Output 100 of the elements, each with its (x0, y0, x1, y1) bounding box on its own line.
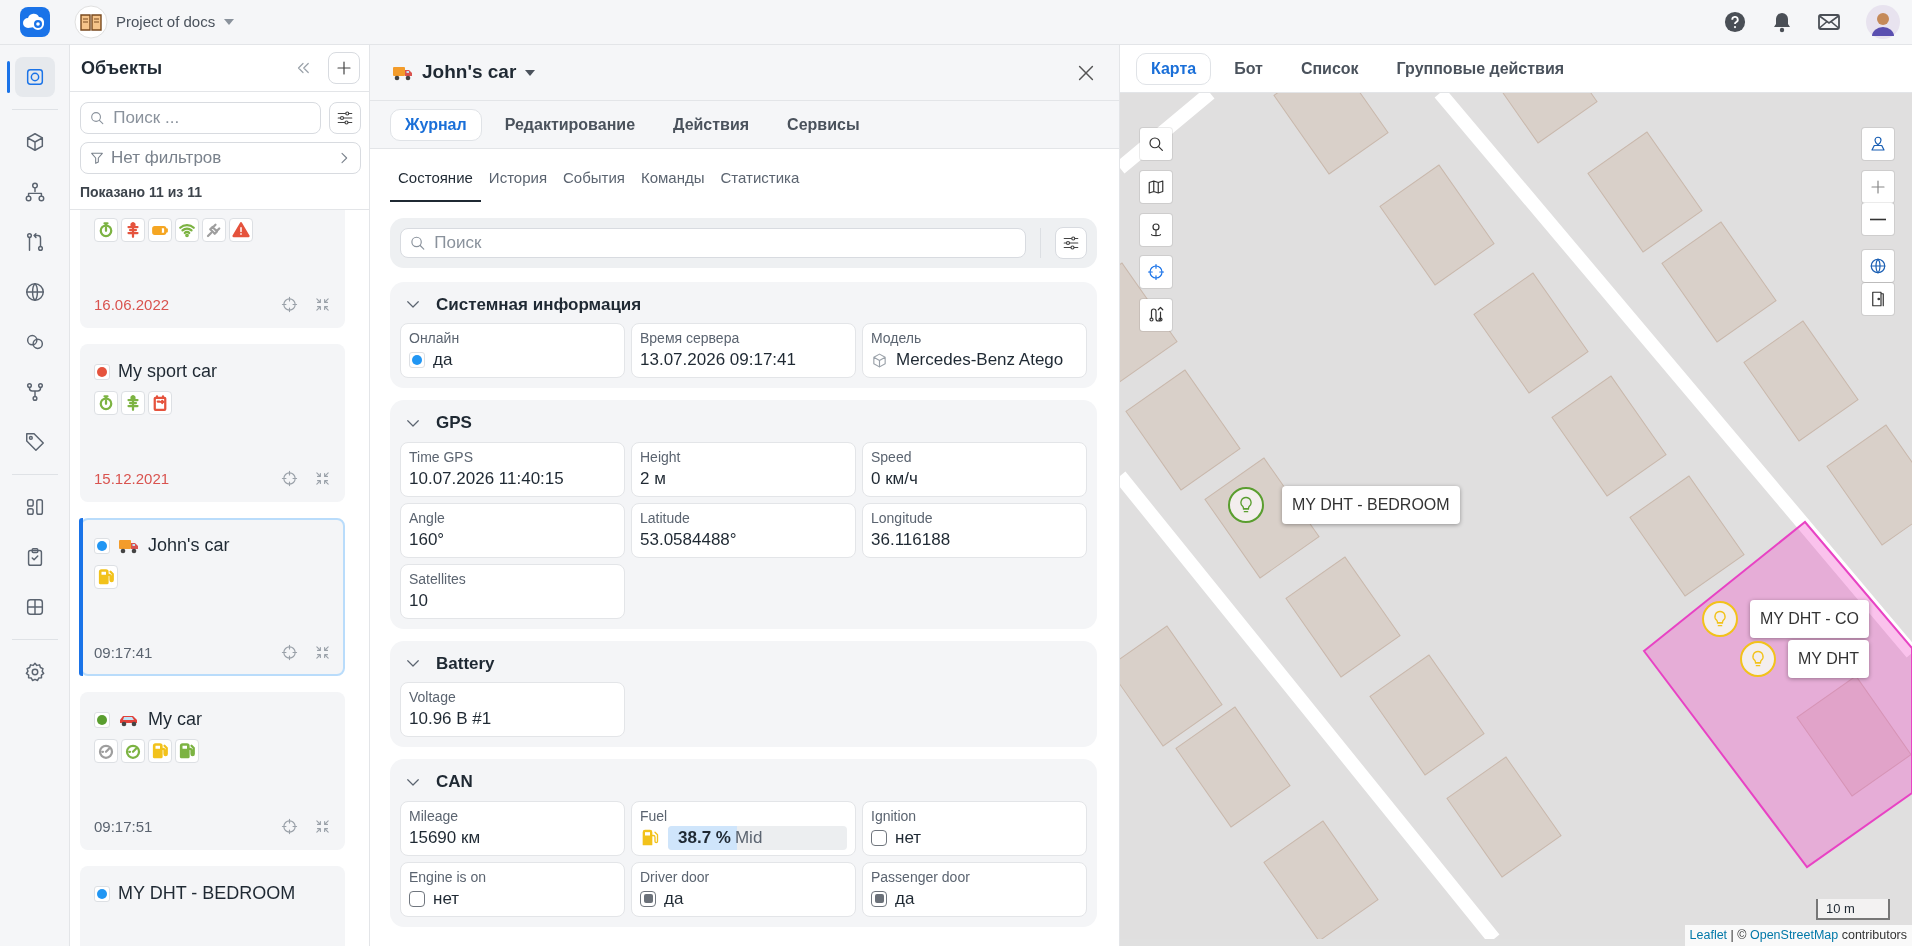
section-title: CAN (436, 771, 473, 793)
field-label: Angle (409, 508, 446, 528)
field-label: Ignition (871, 806, 918, 826)
field-label: Время сервера (640, 329, 741, 348)
subtab[interactable]: Команды (632, 159, 713, 202)
tab[interactable]: Карта (1136, 52, 1212, 85)
search-input[interactable]: Поиск ... (111, 104, 312, 132)
globe-icon[interactable] (23, 281, 46, 303)
subtab[interactable]: История (480, 159, 556, 202)
subtab[interactable]: События (555, 159, 633, 202)
map-globe-button[interactable] (1862, 250, 1894, 282)
field-label: Fuel (640, 806, 669, 826)
fuel-icon (640, 827, 660, 848)
openstreetmap-link[interactable]: OpenStreetMap (1749, 928, 1839, 943)
field-value: да (433, 349, 453, 371)
field-value: нет (895, 826, 922, 849)
hierarchy-icon[interactable] (23, 181, 46, 203)
field-value: нет (433, 887, 460, 910)
field-value: 2 м (640, 467, 666, 490)
tab[interactable]: Редактирование (489, 108, 651, 141)
map-attribution: Leaflet | © OpenStreetMap contributors (1684, 925, 1912, 946)
search-icon (1147, 135, 1165, 153)
shown-count: Показано 11 из 11 (79, 183, 203, 202)
funnel-icon (89, 150, 105, 166)
object-time: 15.12.2021 (94, 468, 170, 489)
field-value: да (664, 887, 684, 910)
field-value: 10 (409, 589, 428, 612)
crosshair-icon (1147, 263, 1165, 281)
avatar-icon[interactable] (1866, 5, 1900, 39)
map-exit-button[interactable] (1862, 283, 1894, 315)
map-route-button[interactable] (1140, 299, 1172, 331)
fuel-reading: 38.7 % (678, 826, 731, 849)
marker-label: MY DHT - BEDROOM (1282, 486, 1460, 524)
object-card[interactable]: MY DHT - BEDROOM (80, 866, 345, 946)
map-icon (1147, 178, 1165, 196)
field-value: 10.07.2026 11:40:15 (409, 467, 564, 490)
bell-icon[interactable] (1772, 11, 1792, 33)
map-user-location-button[interactable] (1140, 214, 1172, 246)
tab[interactable]: Бот (1219, 52, 1278, 85)
map-places-button[interactable] (1862, 128, 1894, 160)
tag-icon[interactable] (23, 431, 46, 453)
project-dropdown[interactable]: Project of docs (116, 10, 236, 34)
object-time: 09:17:41 (94, 642, 153, 663)
map-search-button[interactable] (1140, 128, 1172, 160)
field-value: 36.116188 (871, 528, 951, 551)
app-logo[interactable] (20, 7, 50, 37)
globe-icon (1869, 257, 1887, 275)
tab[interactable]: Сервисы (772, 108, 875, 141)
filter-settings-button[interactable] (329, 102, 361, 134)
map-map-button[interactable] (1140, 171, 1172, 203)
tab[interactable]: Список (1285, 52, 1374, 85)
mail-icon[interactable] (1818, 14, 1840, 30)
field-value: 160° (409, 528, 445, 551)
field-label: Voltage (409, 688, 457, 707)
field-label: Time GPS (409, 447, 475, 467)
field-label: Driver door (640, 867, 711, 887)
map-pin-icon (1869, 135, 1887, 153)
marker-label: MY DHT (1788, 640, 1870, 678)
filter-selector[interactable]: Нет фильтров (80, 142, 361, 174)
field-label: Онлайн (409, 329, 461, 348)
object-title-dropdown[interactable]: John's car (392, 58, 537, 87)
field-label: Модель (871, 329, 923, 348)
subtab[interactable]: Статистика (712, 159, 808, 202)
leaflet-link[interactable]: Leaflet (1689, 928, 1728, 943)
field-label: Height (640, 447, 682, 467)
field-value: да (895, 887, 915, 910)
field-value: 13.07.2026 09:17:41 (640, 349, 796, 371)
search-field[interactable]: Поиск ... (80, 102, 321, 134)
field-label: Mileage (409, 806, 460, 826)
object-name: My sport car (118, 360, 218, 383)
field-value: 10.96 В #1 (409, 708, 492, 730)
section-title: GPS (436, 412, 472, 434)
field-label: Longitude (871, 508, 934, 528)
help-icon[interactable] (1724, 11, 1746, 33)
filter-settings-button[interactable] (1055, 226, 1087, 259)
object-name: John's car (148, 534, 230, 557)
minus-icon (1869, 217, 1887, 221)
tab[interactable]: Групповые действия (1381, 52, 1580, 85)
map-scale: 10 m (1816, 898, 1890, 920)
marker-label: MY DHT - CO (1750, 600, 1869, 638)
book-icon (74, 5, 108, 39)
gear-icon[interactable] (23, 661, 46, 683)
object-name: MY DHT - BEDROOM (118, 882, 296, 905)
field-value: 15690 км (409, 826, 481, 849)
field-label: Passenger door (871, 867, 971, 887)
field-label: Engine is on (409, 867, 488, 887)
cube-icon (871, 351, 888, 369)
tab[interactable]: Действия (658, 108, 765, 141)
tab[interactable]: Журнал (390, 108, 482, 141)
object-time: 09:17:51 (94, 816, 153, 837)
field-value: 0 км/ч (871, 467, 918, 490)
add-button[interactable] (328, 52, 360, 84)
section-title: Системная информация (436, 293, 642, 316)
subtab[interactable]: Состояние (390, 159, 481, 202)
panel-title: Объекты (81, 56, 163, 80)
object-name: My car (148, 708, 202, 731)
map-locate-button[interactable] (1140, 256, 1172, 288)
object-time: 16.06.2022 (94, 294, 170, 315)
fuel-note: Mid (734, 826, 763, 849)
field-label: Latitude (640, 508, 691, 528)
